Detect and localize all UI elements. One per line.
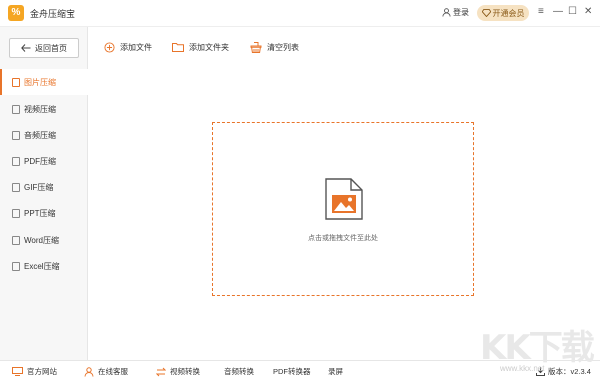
- sidebar-item-gif[interactable]: GIF压缩: [0, 174, 88, 200]
- pdf-converter-link[interactable]: PDF转换器: [273, 366, 311, 377]
- screen-record-label: 录屏: [328, 367, 343, 376]
- sidebar-item-label: GIF压缩: [24, 182, 54, 192]
- image-file-icon: [325, 178, 363, 220]
- app-title: 金舟压缩宝: [30, 9, 76, 19]
- image-file-icon: [12, 77, 20, 87]
- close-icon[interactable]: ✕: [584, 6, 592, 18]
- pdf-converter-label: PDF转换器: [273, 367, 311, 376]
- sidebar-item-label: Excel压缩: [24, 261, 60, 271]
- sidebar-item-label: PPT压缩: [24, 208, 56, 218]
- sidebar-item-label: PDF压缩: [24, 156, 56, 166]
- screen-record-link[interactable]: 录屏: [328, 366, 343, 377]
- online-service-link[interactable]: 在线客服: [84, 366, 128, 377]
- add-file-label: 添加文件: [120, 42, 152, 52]
- diamond-icon: [481, 9, 491, 17]
- monitor-icon: [12, 367, 23, 376]
- add-folder-label: 添加文件夹: [189, 42, 229, 52]
- audio-convert-label: 音频转换: [224, 367, 254, 376]
- back-arrow-icon: [21, 44, 31, 52]
- minimize-icon[interactable]: —: [553, 6, 563, 18]
- login-button[interactable]: 登录: [442, 7, 469, 18]
- sidebar-item-excel[interactable]: Excel压缩: [0, 253, 88, 279]
- version-info[interactable]: 版本：v2.3.4: [536, 366, 591, 377]
- back-home-button[interactable]: 返回首页: [9, 38, 79, 58]
- sidebar: 返回首页 图片压缩 视频压缩 音频压缩 PDF压缩 GIF压缩 PPT压缩 Wo…: [0, 27, 88, 360]
- gif-file-icon: [12, 182, 20, 192]
- clear-list-button[interactable]: 清空列表: [246, 37, 303, 57]
- online-service-label: 在线客服: [98, 367, 128, 376]
- plus-circle-icon: [104, 41, 115, 53]
- video-convert-link[interactable]: 视频转换: [156, 366, 200, 377]
- transfer-icon: [156, 367, 166, 376]
- app-logo-icon: %: [8, 5, 24, 21]
- sidebar-item-word[interactable]: Word压缩: [0, 227, 88, 253]
- title-bar: % 金舟压缩宝 登录 开通会员 ≡ — ☐ ✕: [0, 0, 600, 27]
- login-label: 登录: [453, 8, 469, 17]
- pdf-file-icon: [12, 156, 20, 166]
- sidebar-item-label: 视频压缩: [24, 104, 56, 114]
- sidebar-item-label: 图片压缩: [24, 77, 56, 87]
- drop-hint: 点击或拖拽文件至此处: [308, 235, 378, 242]
- video-convert-label: 视频转换: [170, 367, 200, 376]
- user-icon: [84, 366, 94, 377]
- add-file-button[interactable]: 添加文件: [100, 37, 156, 57]
- sidebar-item-pdf[interactable]: PDF压缩: [0, 148, 88, 174]
- official-website-label: 官方网站: [27, 367, 57, 376]
- word-file-icon: [12, 235, 20, 245]
- folder-icon: [172, 43, 184, 52]
- official-website-link[interactable]: 官方网站: [12, 366, 57, 377]
- user-icon: [442, 8, 451, 17]
- video-file-icon: [12, 104, 20, 114]
- broom-icon: [250, 41, 262, 53]
- vip-button[interactable]: 开通会员: [477, 5, 529, 21]
- sidebar-item-video[interactable]: 视频压缩: [0, 96, 88, 122]
- audio-file-icon: [12, 130, 20, 140]
- back-home-label: 返回首页: [35, 43, 67, 53]
- sidebar-item-audio[interactable]: 音频压缩: [0, 122, 88, 148]
- sidebar-item-ppt[interactable]: PPT压缩: [0, 200, 88, 226]
- sidebar-item-label: 音频压缩: [24, 130, 56, 140]
- menu-icon[interactable]: ≡: [538, 6, 544, 18]
- audio-convert-link[interactable]: 音频转换: [224, 366, 254, 377]
- file-drop-zone[interactable]: 点击或拖拽文件至此处: [212, 122, 474, 296]
- download-icon: [536, 367, 545, 376]
- sidebar-item-image[interactable]: 图片压缩: [0, 69, 88, 95]
- add-folder-button[interactable]: 添加文件夹: [168, 37, 233, 57]
- version-label: 版本：v2.3.4: [548, 367, 591, 376]
- excel-file-icon: [12, 261, 20, 271]
- vip-label: 开通会员: [492, 8, 525, 18]
- bottom-bar: 官方网站 在线客服 视频转换 音频转换 PDF转换器 录屏 版本：v2.3.4: [0, 360, 600, 382]
- maximize-icon[interactable]: ☐: [568, 6, 577, 18]
- ppt-file-icon: [12, 208, 20, 218]
- sidebar-item-label: Word压缩: [24, 235, 59, 245]
- clear-list-label: 清空列表: [267, 42, 299, 52]
